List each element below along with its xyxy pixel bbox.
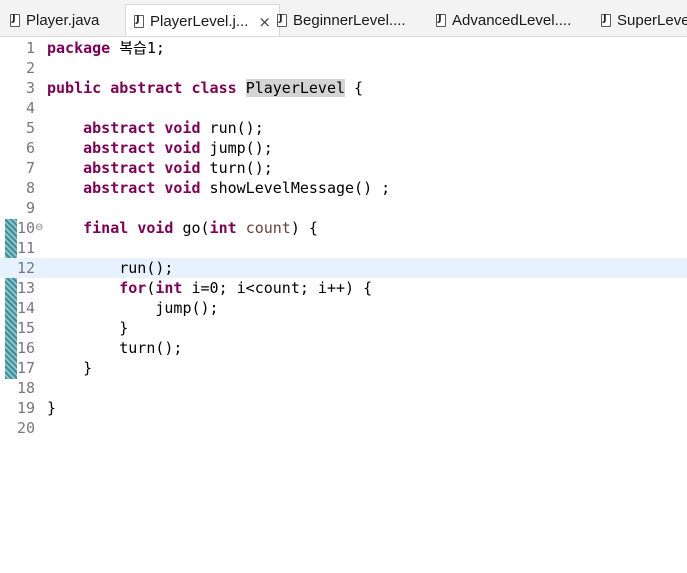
code-line[interactable]: 15 } — [0, 318, 687, 338]
code-line[interactable]: 10 ⊖ final void go(int count) { — [0, 218, 687, 238]
collapse-fold-icon[interactable]: ⊖ — [35, 218, 43, 238]
java-file-icon — [436, 13, 446, 27]
tab-player-java[interactable]: Player.java — [10, 4, 100, 36]
code-line[interactable]: 19} — [0, 398, 687, 418]
code-text: abstract void showLevelMessage() ; — [83, 179, 391, 197]
line-number: 17 — [16, 359, 35, 377]
code-line[interactable]: 9 — [0, 198, 687, 218]
code-text: for(int i=0; i<count; i++) { — [119, 279, 373, 297]
code-text: jump(); — [47, 299, 219, 317]
code-line[interactable]: 11 — [0, 238, 687, 258]
code-text: } — [47, 399, 57, 417]
code-text: public abstract class PlayerLevel { — [47, 79, 364, 97]
line-number: 1 — [25, 39, 35, 57]
tab-label: AdvancedLevel.... — [452, 12, 572, 29]
line-number: 9 — [25, 199, 35, 217]
line-number: 6 — [25, 139, 35, 157]
code-line[interactable]: 12 run(); — [0, 258, 687, 278]
line-number: 14 — [16, 299, 35, 317]
tab-playerlevel-java[interactable]: PlayerLevel.j... × — [125, 4, 280, 36]
line-number: 12 — [16, 259, 35, 277]
line-number: 20 — [16, 419, 35, 437]
java-file-icon — [134, 14, 144, 28]
tab-beginnerlevel-java[interactable]: BeginnerLevel.... — [277, 4, 406, 36]
tab-superlevel-java[interactable]: SuperLeve — [601, 4, 687, 36]
code-editor[interactable]: 1 package 복습1; 2 3 public abstract class Pla… — [0, 38, 687, 573]
line-number: 4 — [25, 99, 35, 117]
code-text: abstract void turn(); — [83, 159, 273, 177]
line-number: 5 — [25, 119, 35, 137]
java-file-icon — [601, 13, 611, 27]
code-line[interactable]: 14 jump(); — [0, 298, 687, 318]
tab-advancedlevel-java[interactable]: AdvancedLevel.... — [436, 4, 572, 36]
tab-label: Player.java — [26, 12, 100, 29]
line-number: 16 — [16, 339, 35, 357]
code-text: package 복습1; — [47, 39, 165, 57]
code-text: run(); — [47, 259, 174, 277]
code-line[interactable]: 18 — [0, 378, 687, 398]
code-line[interactable]: 2 — [0, 58, 687, 78]
line-number: 8 — [25, 179, 35, 197]
java-file-icon — [277, 13, 287, 27]
tab-label: BeginnerLevel.... — [293, 12, 406, 29]
line-number: 18 — [16, 379, 35, 397]
code-text: } — [47, 319, 129, 337]
java-file-icon — [10, 13, 20, 27]
code-line[interactable]: 5 abstract void run(); — [0, 118, 687, 138]
code-line[interactable]: 6 abstract void jump(); — [0, 138, 687, 158]
tab-label: SuperLeve — [617, 12, 687, 29]
line-number: 2 — [25, 59, 35, 77]
code-text: } — [47, 359, 93, 377]
line-number: 19 — [16, 399, 35, 417]
editor-tab-bar: Player.java PlayerLevel.j... × BeginnerL… — [0, 0, 687, 37]
code-line[interactable]: 3 public abstract class PlayerLevel { — [0, 78, 687, 98]
code-text: abstract void jump(); — [83, 139, 273, 157]
code-line[interactable]: 1 package 복습1; — [0, 38, 687, 58]
line-number: 13 — [16, 279, 35, 297]
line-number: 7 — [25, 159, 35, 177]
line-number: 3 — [25, 79, 35, 97]
code-line[interactable]: 4 — [0, 98, 687, 118]
line-number: 10 — [16, 219, 35, 237]
line-number: 11 — [16, 239, 35, 257]
line-number: 15 — [16, 319, 35, 337]
code-line[interactable]: 13 for(int i=0; i<count; i++) { — [0, 278, 687, 298]
code-text: turn(); — [47, 339, 183, 357]
code-text: abstract void run(); — [83, 119, 264, 137]
code-text: final void go(int count) { — [83, 219, 318, 237]
code-line[interactable]: 8 abstract void showLevelMessage() ; — [0, 178, 687, 198]
code-line[interactable]: 20 — [0, 418, 687, 438]
close-tab-icon[interactable]: × — [258, 13, 271, 31]
tab-label: PlayerLevel.j... — [150, 13, 249, 30]
code-line[interactable]: 7 abstract void turn(); — [0, 158, 687, 178]
code-line[interactable]: 16 turn(); — [0, 338, 687, 358]
code-line[interactable]: 17 } — [0, 358, 687, 378]
